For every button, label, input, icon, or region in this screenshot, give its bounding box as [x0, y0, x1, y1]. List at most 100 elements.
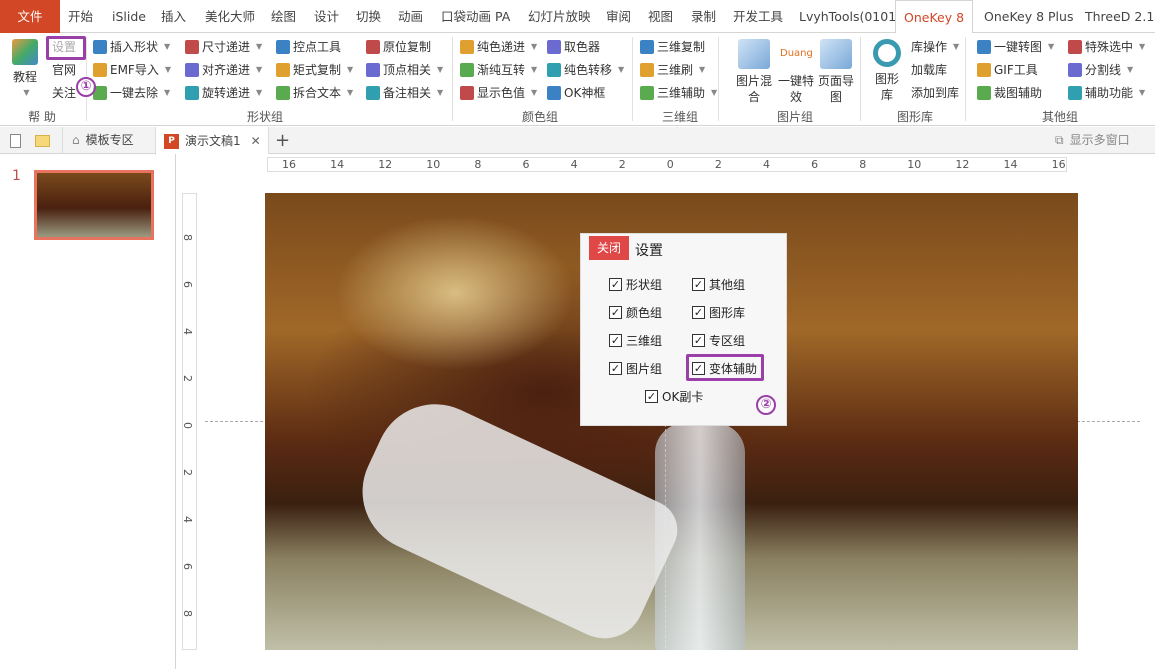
checkbox-option[interactable]: ✓ 颜色组 — [609, 304, 662, 321]
ribbon-button[interactable]: 拆合文本 ▼ — [276, 83, 353, 103]
new-file-icon[interactable] — [10, 127, 21, 154]
checkbox[interactable]: ✓ — [645, 390, 658, 403]
tool-icon — [185, 40, 199, 54]
ribbon-button[interactable]: 分割线 ▼ — [1068, 60, 1133, 80]
ribbon-button[interactable]: 原位复制 — [366, 37, 431, 57]
ribbon-button[interactable]: 一键去除 ▼ — [93, 83, 170, 103]
ribbon-button[interactable]: EMF导入 ▼ — [93, 60, 171, 80]
ribbon-button[interactable]: 备注相关 ▼ — [366, 83, 443, 103]
picture-button[interactable]: Duang 一键特效 — [776, 39, 816, 105]
checkbox[interactable]: ✓ — [609, 306, 622, 319]
ruler-label: 12 — [378, 158, 393, 171]
ribbon-button[interactable]: 辅助功能 ▼ — [1068, 83, 1145, 103]
ribbon-button[interactable]: 官网 — [52, 60, 76, 80]
group-label-shape: 形状组 — [246, 110, 284, 124]
chevron-down-icon: ▼ — [699, 65, 706, 74]
tutorial-button[interactable]: 教程 ▼ — [8, 39, 42, 101]
tab-12[interactable]: 视图 — [648, 0, 673, 33]
checkbox-option[interactable]: ✓ 三维组 — [609, 332, 662, 349]
checkbox[interactable]: ✓ — [692, 334, 705, 347]
tab-2[interactable]: iSlide — [112, 0, 146, 33]
shape-library-button[interactable]: 图形库 — [870, 39, 904, 103]
ribbon-button[interactable]: OK神框 — [547, 83, 605, 103]
tab-4[interactable]: 美化大师 — [205, 0, 255, 33]
ruler-label: 12 — [955, 158, 970, 171]
checkbox-option[interactable]: ✓ 专区组 — [692, 332, 745, 349]
ribbon-button[interactable]: 添加到库 — [911, 83, 959, 103]
ribbon-button[interactable]: 纯色递进 ▼ — [460, 37, 537, 57]
button-label: 插入形状 — [110, 40, 159, 54]
ribbon-button[interactable]: 三维辅助 ▼ — [640, 83, 717, 103]
ribbon-button[interactable]: 顶点相关 ▼ — [366, 60, 443, 80]
checkbox-option[interactable]: ✓ 形状组 — [609, 276, 662, 293]
picture-button[interactable]: 页面导图 — [816, 39, 856, 105]
tab-1[interactable]: 开始 — [68, 0, 93, 33]
ruler-label: 8 — [181, 234, 194, 241]
ribbon-button[interactable]: 对齐递进 ▼ — [185, 60, 262, 80]
ribbon-button[interactable]: 旋转递进 ▼ — [185, 83, 262, 103]
ribbon-button[interactable]: 插入形状 ▼ — [93, 37, 170, 57]
ribbon-button[interactable]: 渐纯互转 ▼ — [460, 60, 537, 80]
close-tab-icon[interactable]: ✕ — [251, 128, 261, 155]
tab-3[interactable]: 插入 — [161, 0, 186, 33]
tab-16[interactable]: OneKey 8 — [895, 0, 974, 34]
tab-14[interactable]: 开发工具 — [733, 0, 783, 33]
checkbox-option[interactable]: ✓ 图片组 — [609, 360, 662, 377]
tab-0[interactable]: 文件 — [0, 0, 60, 33]
checkbox[interactable]: ✓ — [609, 278, 622, 291]
checkbox-option[interactable]: ✓ 其他组 — [692, 276, 745, 293]
tab-15[interactable]: LvyhTools(0101) — [799, 0, 901, 33]
checkbox[interactable]: ✓ — [692, 306, 705, 319]
folder-icon[interactable] — [35, 127, 50, 154]
ribbon-button[interactable]: 控点工具 — [276, 37, 341, 57]
checkbox[interactable]: ✓ — [609, 334, 622, 347]
picture-button[interactable]: 图片混合 — [734, 39, 774, 105]
tab-8[interactable]: 动画 — [398, 0, 423, 33]
checkbox-label: 其他组 — [709, 278, 746, 292]
checkbox[interactable]: ✓ — [692, 278, 705, 291]
new-tab-button[interactable]: + — [275, 127, 290, 154]
ribbon-button[interactable]: GIF工具 — [977, 60, 1038, 80]
ribbon-button[interactable]: 库操作 ▼ — [911, 37, 959, 57]
ribbon-button[interactable]: 裁图辅助 — [977, 83, 1042, 103]
tab-template-zone[interactable]: ⌂ 模板专区 — [62, 127, 154, 154]
tool-icon — [93, 63, 107, 77]
ribbon-button[interactable]: 特殊选中 ▼ — [1068, 37, 1145, 57]
ribbon-button[interactable]: 矩式复制 ▼ — [276, 60, 353, 80]
button-label: 库操作 — [911, 40, 948, 54]
tab-document[interactable]: P 演示文稿1 ✕ — [155, 127, 269, 155]
ribbon-button[interactable]: 取色器 — [547, 37, 600, 57]
close-button[interactable]: 关闭 — [589, 236, 629, 260]
tab-7[interactable]: 切换 — [356, 0, 381, 33]
tool-icon — [640, 86, 654, 100]
checkbox-option[interactable]: ✓ 图形库 — [692, 304, 745, 321]
checkbox[interactable]: ✓ — [609, 362, 622, 375]
multi-window-button[interactable]: ⧉ 显示多窗口 — [1055, 127, 1130, 154]
button-label: 图形库 — [874, 72, 899, 102]
tab-9[interactable]: 口袋动画 PA — [441, 0, 510, 33]
button-label: 纯色递进 — [477, 40, 526, 54]
ribbon-button[interactable]: 尺寸递进 ▼ — [185, 37, 262, 57]
ribbon-button[interactable]: 三维复制 — [640, 37, 705, 57]
chevron-down-icon: ▼ — [164, 88, 171, 97]
chevron-down-icon: ▼ — [1139, 42, 1146, 51]
ribbon-button[interactable]: 加载库 — [911, 60, 947, 80]
tab-11[interactable]: 审阅 — [606, 0, 631, 33]
checkbox-label: 三维组 — [626, 334, 663, 348]
ribbon-button[interactable]: 关注 — [52, 83, 76, 103]
tab-10[interactable]: 幻灯片放映 — [528, 0, 591, 33]
tab-17[interactable]: OneKey 8 Plus — [984, 0, 1073, 33]
tab-5[interactable]: 绘图 — [271, 0, 296, 33]
ribbon-button[interactable]: 三维刷 ▼ — [640, 60, 705, 80]
chevron-down-icon: ▼ — [256, 65, 263, 74]
ribbon-button[interactable]: 纯色转移 ▼ — [547, 60, 624, 80]
tab-13[interactable]: 录制 — [691, 0, 716, 33]
checkbox-option[interactable]: ✓ OK副卡 — [645, 388, 703, 405]
ruler-label: 6 — [811, 158, 819, 171]
tab-6[interactable]: 设计 — [314, 0, 339, 33]
ribbon-button[interactable]: 显示色值 ▼ — [460, 83, 537, 103]
chevron-down-icon: ▼ — [531, 65, 538, 74]
ribbon-button[interactable]: 一键转图 ▼ — [977, 37, 1054, 57]
slide-thumbnail[interactable] — [34, 170, 154, 240]
tab-18[interactable]: ThreeD 2.1 — [1085, 0, 1154, 33]
